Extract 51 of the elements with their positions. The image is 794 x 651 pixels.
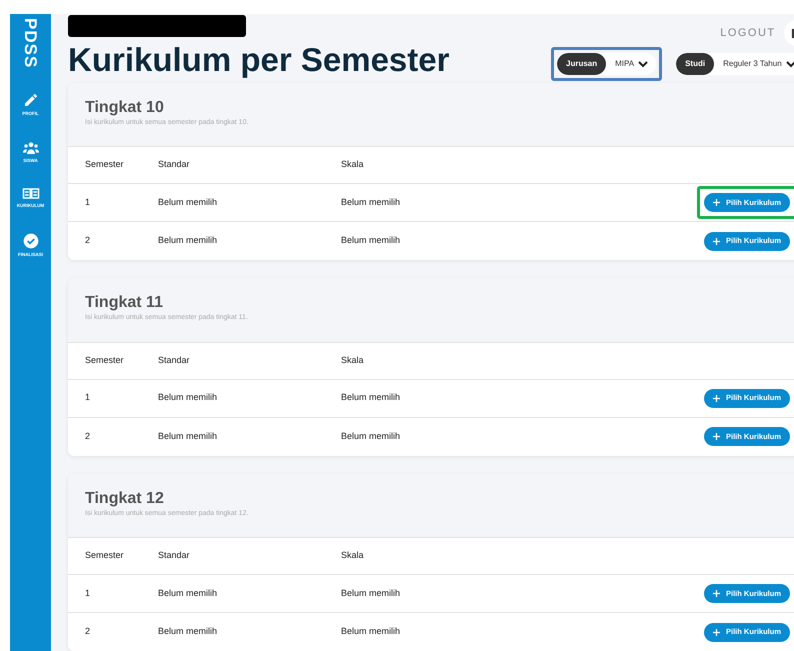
- table-cell-text: Belum memilih: [158, 234, 218, 248]
- table-cell-text: Belum memilih: [341, 586, 402, 600]
- column-header: Semester: [85, 158, 125, 172]
- table-cell-text: Belum memilih: [158, 391, 218, 404]
- table-cell-text: Belum memilih: [341, 430, 402, 443]
- chevron-down-icon: [786, 60, 794, 68]
- chevron-down-icon: [638, 60, 648, 68]
- brand-logo: PDSS: [22, 18, 39, 68]
- column-header: Skala: [341, 158, 364, 172]
- table-cell-text: Belum memilih: [341, 625, 402, 638]
- table-cell-text: Belum memilih: [158, 430, 218, 443]
- column-header: Semester: [85, 354, 125, 367]
- pencil-icon: [22, 92, 38, 108]
- column-header: Skala: [341, 549, 364, 562]
- table-cell-text: Belum memilih: [158, 625, 218, 638]
- users-icon: [22, 140, 38, 155]
- check-circle-icon: [22, 232, 38, 249]
- filter-label: Jurusan: [557, 53, 606, 75]
- card-title: Tingkat 10: [85, 98, 165, 118]
- book-icon: [22, 187, 40, 200]
- plus-icon: [713, 394, 720, 402]
- column-header: Semester: [85, 549, 125, 562]
- filter-dropdown[interactable]: Jurusan MIPA: [557, 53, 656, 75]
- table-cell-text: 1: [85, 196, 92, 209]
- plus-icon: [713, 199, 720, 206]
- column-header: Skala: [341, 354, 364, 367]
- table-cell-text: 1: [85, 586, 92, 600]
- column-header: Standar: [158, 549, 191, 562]
- table-cell-text: 2: [85, 625, 92, 638]
- table-cell-text: Belum memilih: [341, 391, 402, 404]
- card-title: Tingkat 11: [85, 293, 164, 313]
- filter-value: MIPA: [614, 58, 636, 70]
- column-header: Standar: [158, 354, 191, 367]
- table-cell-text: Belum memilih: [158, 196, 218, 209]
- card-title: Tingkat 12: [85, 488, 165, 508]
- table-cell-text: 2: [85, 234, 92, 248]
- plus-icon: [713, 433, 720, 440]
- table-cell-text: 2: [85, 430, 92, 443]
- page-title: Kurikulum per Semester: [68, 43, 450, 76]
- table-cell-text: Belum memilih: [341, 196, 402, 209]
- plus-icon: [713, 238, 720, 244]
- logout-link[interactable]: LOGOUT: [720, 24, 776, 42]
- filter-label: Studi: [676, 53, 714, 75]
- table-cell-text: Belum memilih: [341, 234, 402, 248]
- table-cell-text: 1: [85, 391, 92, 404]
- filter-dropdown[interactable]: Studi Reguler 3 Tahun: [676, 53, 794, 75]
- column-header: Standar: [158, 158, 191, 172]
- plus-icon: [713, 628, 720, 636]
- filter-value: Reguler 3 Tahun: [722, 58, 783, 70]
- table-cell-text: Belum memilih: [158, 586, 218, 600]
- plus-icon: [713, 590, 720, 597]
